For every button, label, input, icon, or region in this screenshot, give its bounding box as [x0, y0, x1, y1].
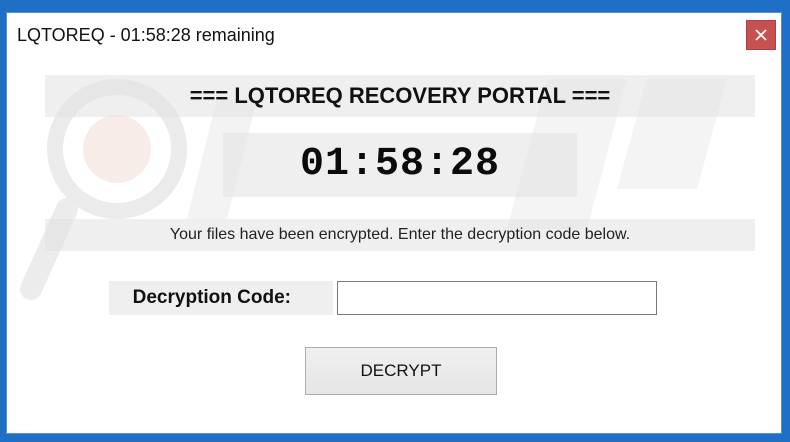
close-icon — [755, 29, 767, 41]
instruction-message: Your files have been encrypted. Enter th… — [169, 226, 631, 243]
portal-heading: === LQTOREQ RECOVERY PORTAL === — [189, 83, 611, 108]
close-button[interactable] — [746, 20, 776, 50]
countdown-timer: 01:58:28 — [299, 142, 501, 187]
decrypt-button[interactable]: DECRYPT — [305, 347, 497, 395]
message-band: Your files have been encrypted. Enter th… — [45, 219, 755, 251]
header-band: === LQTOREQ RECOVERY PORTAL === — [45, 75, 755, 117]
decryption-code-input[interactable] — [337, 281, 657, 315]
code-label-band: Decryption Code: — [109, 281, 333, 315]
title-bar[interactable]: LQTOREQ - 01:58:28 remaining — [7, 13, 781, 59]
decryption-code-label: Decryption Code: — [132, 287, 291, 308]
portal-body: === LQTOREQ RECOVERY PORTAL === 01:58:28… — [7, 59, 781, 433]
timer-band: 01:58:28 — [223, 133, 577, 197]
ransom-window: LQTOREQ - 01:58:28 remaining === LQTOREQ… — [6, 12, 782, 434]
window-title: LQTOREQ - 01:58:28 remaining — [17, 25, 275, 45]
